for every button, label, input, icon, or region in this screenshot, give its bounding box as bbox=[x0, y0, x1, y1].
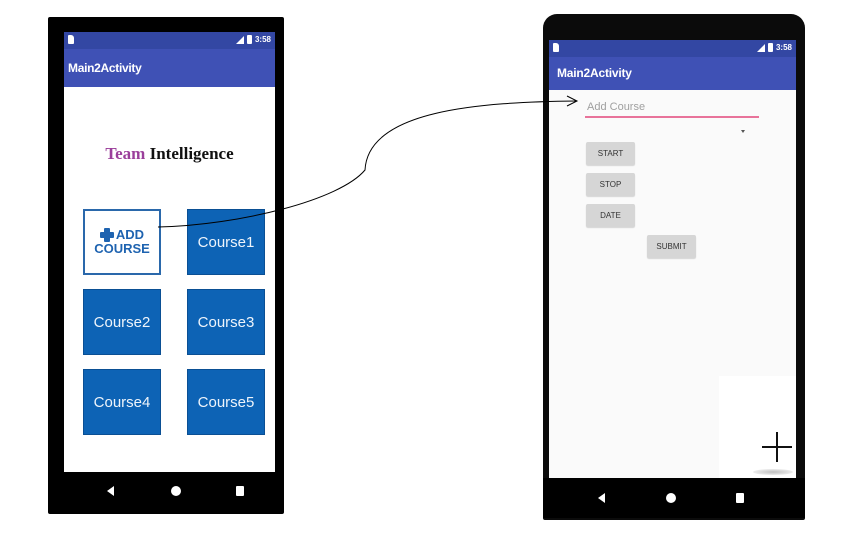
app-bar-title: Main2Activity bbox=[68, 61, 142, 75]
add-course-line2: COURSE bbox=[94, 241, 150, 256]
battery-icon bbox=[767, 43, 773, 52]
course3-label: Course3 bbox=[197, 313, 255, 331]
date-button[interactable]: DATE bbox=[586, 204, 635, 227]
home-icon[interactable] bbox=[171, 486, 181, 496]
submit-button[interactable]: SUBMIT bbox=[647, 235, 696, 258]
right-phone-frame: 3:58 Main2Activity START STOP DATE SUBMI… bbox=[543, 14, 805, 520]
stop-button-label: STOP bbox=[599, 180, 622, 189]
team-heading-word2: Intelligence bbox=[149, 144, 234, 163]
fab-shadow bbox=[753, 469, 793, 475]
course2-label: Course2 bbox=[93, 313, 151, 331]
date-button-label: DATE bbox=[600, 211, 621, 220]
back-icon[interactable] bbox=[107, 486, 114, 496]
app-bar-title: Main2Activity bbox=[557, 66, 632, 80]
start-button[interactable]: START bbox=[586, 142, 635, 165]
recents-icon[interactable] bbox=[236, 486, 244, 496]
course5-button[interactable]: Course5 bbox=[187, 369, 265, 435]
right-phone-screen: 3:58 Main2Activity START STOP DATE SUBMI… bbox=[549, 40, 796, 478]
add-course-line1: ADD bbox=[115, 227, 145, 242]
plus-icon bbox=[99, 228, 114, 242]
app-bar: Main2Activity bbox=[64, 49, 275, 87]
team-heading-word1: Team bbox=[105, 144, 146, 163]
course3-button[interactable]: Course3 bbox=[187, 289, 265, 355]
course5-label: Course5 bbox=[197, 393, 255, 411]
course4-label: Course4 bbox=[93, 393, 151, 411]
back-icon[interactable] bbox=[598, 493, 605, 503]
signal-icon bbox=[235, 35, 244, 44]
course1-label: Course1 bbox=[197, 233, 255, 251]
spinner-dropdown-icon[interactable] bbox=[741, 130, 745, 133]
status-bar: 3:58 bbox=[64, 32, 275, 49]
signal-icon bbox=[756, 43, 765, 52]
plus-icon[interactable] bbox=[762, 432, 792, 462]
team-heading: Team Intelligence bbox=[64, 144, 275, 164]
stop-button[interactable]: STOP bbox=[586, 173, 635, 196]
navigation-bar bbox=[48, 472, 284, 510]
status-time: 3:58 bbox=[775, 43, 792, 52]
fab-background bbox=[719, 376, 796, 478]
status-bar: 3:58 bbox=[549, 40, 796, 57]
course1-button[interactable]: Course1 bbox=[187, 209, 265, 275]
left-phone-frame: 3:58 Main2Activity Team Intelligence ADD… bbox=[48, 17, 284, 514]
submit-button-label: SUBMIT bbox=[656, 242, 687, 251]
sim-card-icon bbox=[553, 43, 559, 52]
start-button-label: START bbox=[597, 149, 624, 158]
recents-icon[interactable] bbox=[736, 493, 744, 503]
add-course-input[interactable] bbox=[585, 98, 759, 118]
sim-card-icon bbox=[68, 35, 74, 44]
navigation-bar bbox=[543, 478, 805, 518]
add-course-button[interactable]: ADD COURSE bbox=[83, 209, 161, 275]
course2-button[interactable]: Course2 bbox=[83, 289, 161, 355]
app-bar: Main2Activity bbox=[549, 57, 796, 90]
home-icon[interactable] bbox=[666, 493, 676, 503]
battery-icon bbox=[246, 35, 252, 44]
course4-button[interactable]: Course4 bbox=[83, 369, 161, 435]
status-time: 3:58 bbox=[254, 35, 271, 44]
left-phone-screen: 3:58 Main2Activity Team Intelligence ADD… bbox=[64, 32, 275, 473]
